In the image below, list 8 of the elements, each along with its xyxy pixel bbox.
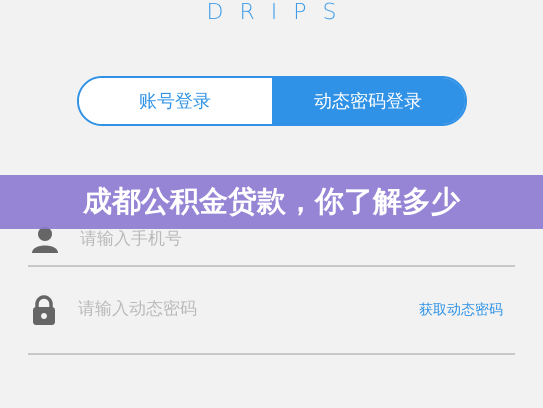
logo: DRIPS <box>206 2 354 24</box>
banner-title: 成都公积金贷款，你了解多少 <box>83 183 460 220</box>
get-code-link[interactable]: 获取动态密码 <box>419 300 503 320</box>
phone-field[interactable]: 请输入手机号 <box>78 226 503 254</box>
lock-icon <box>32 295 56 325</box>
login-tab[interactable]: 账号登录 <box>78 78 272 124</box>
login-tab[interactable]: 动态密码登录 <box>272 78 464 124</box>
code-field[interactable]: 请输入动态密码 <box>76 296 419 324</box>
